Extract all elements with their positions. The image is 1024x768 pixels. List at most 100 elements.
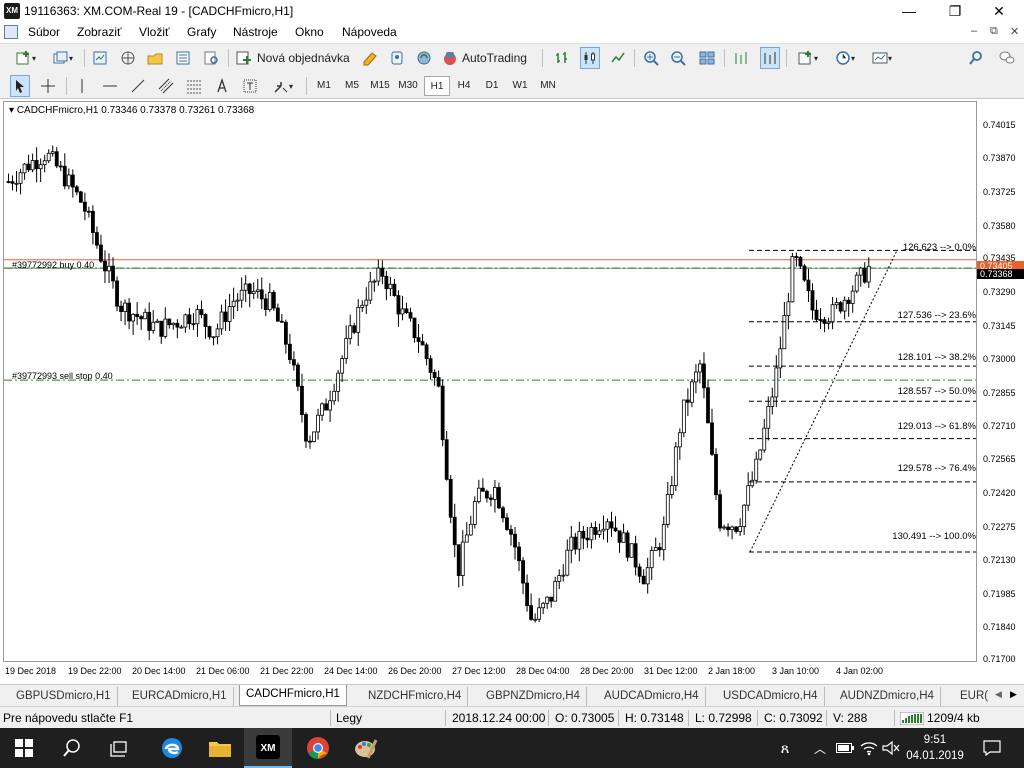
timeframe-m1[interactable]: M1 [311, 76, 337, 96]
fibonacci-tool-button[interactable] [184, 75, 204, 97]
menu-tools[interactable]: Nástroje [233, 25, 278, 39]
channel-tool-button[interactable] [156, 75, 176, 97]
trendline-tool-button[interactable] [128, 75, 148, 97]
bar-chart-button[interactable] [552, 47, 572, 69]
battery-button[interactable] [834, 728, 856, 768]
mdi-minimize-button[interactable]: – [971, 25, 977, 37]
volume-button[interactable] [880, 728, 902, 768]
market-watch-button[interactable] [90, 47, 110, 69]
horizontal-line-tool-button[interactable] [100, 75, 120, 97]
mt4-taskbar-button[interactable]: XM [244, 728, 292, 768]
profiles-button[interactable]: ▾ [48, 47, 78, 69]
line-chart-icon [611, 52, 625, 63]
people-button[interactable]: ጸ [765, 728, 805, 768]
chart-canvas[interactable]: ▾ CADCHFmicro,H1 0.73346 0.73378 0.73261… [3, 101, 977, 662]
timeframe-w1[interactable]: W1 [507, 76, 533, 96]
menu-window[interactable]: Okno [295, 25, 324, 39]
new-order-button[interactable]: Nová objednávka [236, 47, 354, 69]
tab-nzdchf[interactable]: NZDCHFmicro,H4 [362, 687, 469, 706]
tab-audcad[interactable]: AUDCADmicro,H4 [598, 687, 706, 706]
indicators-button[interactable]: ▾ [793, 47, 823, 69]
tab-eur[interactable]: EUR( [954, 687, 994, 706]
new-chart-button[interactable]: ▾ [8, 47, 44, 69]
strategy-tester-button[interactable] [201, 47, 221, 69]
tile-windows-button[interactable] [697, 47, 717, 69]
price-tick: 0.73000 [983, 354, 1016, 364]
autoscroll-button[interactable] [760, 47, 780, 69]
menu-insert[interactable]: Vložiť [139, 25, 170, 39]
chrome-taskbar-button[interactable] [294, 728, 342, 768]
timeframe-h4[interactable]: H4 [451, 76, 477, 96]
close-button[interactable]: ✕ [976, 0, 1022, 22]
minimize-button[interactable]: — [886, 0, 932, 22]
metaeditor-button[interactable] [360, 47, 380, 69]
candle-body [58, 165, 63, 168]
tab-eurcad[interactable]: EURCADmicro,H1 [126, 687, 234, 706]
price-tick: 0.72855 [983, 388, 1016, 398]
menu-file[interactable]: Súbor [28, 25, 60, 39]
menu-view[interactable]: Zobraziť [77, 25, 122, 39]
file-explorer-taskbar-button[interactable] [196, 728, 244, 768]
tab-scroll-right-icon[interactable]: ▶ [1010, 689, 1017, 700]
market-button[interactable] [414, 47, 434, 69]
tab-scroll-left-icon[interactable]: ◀ [995, 689, 1002, 700]
timeframe-m5[interactable]: M5 [339, 76, 365, 96]
tab-audnzd[interactable]: AUDNZDmicro,H4 [834, 687, 941, 706]
zoom-in-button[interactable] [641, 47, 661, 69]
periods-button[interactable]: ▾ [830, 47, 860, 69]
chart-shift-button[interactable] [731, 47, 751, 69]
timeframe-m30[interactable]: M30 [395, 76, 421, 96]
edge-taskbar-button[interactable] [148, 728, 196, 768]
timeframe-d1[interactable]: D1 [479, 76, 505, 96]
time-scale[interactable]: 19 Dec 2018 19 Dec 22:00 20 Dec 14:00 21… [3, 662, 1024, 684]
mdi-close-button[interactable]: ✕ [1010, 25, 1019, 38]
cursor-tool-button[interactable] [10, 75, 30, 97]
maximize-button[interactable]: ❐ [932, 0, 978, 22]
price-scale[interactable]: 0.74015 0.73870 0.73725 0.73580 0.73435 … [977, 101, 1024, 664]
menu-charts[interactable]: Grafy [187, 25, 216, 39]
terminal-button[interactable] [173, 47, 193, 69]
start-button[interactable] [0, 728, 48, 768]
data-window-button[interactable] [145, 47, 165, 69]
price-chart[interactable] [4, 102, 977, 662]
candlestick-button[interactable] [580, 47, 600, 69]
timeframe-m15[interactable]: M15 [367, 76, 393, 96]
collapse-arrow-icon[interactable]: ▾ [9, 105, 14, 116]
system-clock[interactable]: 9:51 04.01.2019 [900, 732, 970, 764]
text-label-tool-button[interactable] [240, 75, 260, 97]
connection-status-icon[interactable] [900, 712, 924, 725]
tab-gbpusd[interactable]: GBPUSDmicro,H1 [10, 687, 118, 706]
show-hidden-icons-button[interactable]: ︿ [808, 728, 832, 768]
paint-taskbar-button[interactable] [342, 728, 390, 768]
chart-window-icon[interactable] [4, 25, 18, 39]
crosshair-tool-button[interactable] [38, 75, 58, 97]
candle-body [690, 381, 694, 403]
tab-cadchf[interactable]: CADCHFmicro,H1 [239, 685, 347, 706]
autotrading-button[interactable]: AutoTrading [442, 47, 534, 69]
timeframe-mn[interactable]: MN [535, 76, 561, 96]
buy-order-label[interactable]: #39772992 buy 0.40 [12, 260, 94, 270]
templates-button[interactable]: ▾ [866, 47, 898, 69]
candle-body [356, 306, 361, 333]
candle-body [597, 530, 602, 535]
task-view-button[interactable] [96, 728, 144, 768]
profile-name[interactable]: Legy [336, 711, 362, 725]
network-button[interactable] [858, 728, 880, 768]
signals-button[interactable] [387, 47, 407, 69]
tab-usdcad[interactable]: USDCADmicro,H4 [717, 687, 825, 706]
line-chart-button[interactable] [608, 47, 628, 69]
mdi-restore-button[interactable]: ⧉ [990, 25, 998, 38]
timeframe-h1[interactable]: H1 [424, 76, 450, 96]
tab-gbpnzd[interactable]: GBPNZDmicro,H4 [480, 687, 587, 706]
chat-button[interactable] [995, 47, 1019, 69]
zoom-out-button[interactable] [668, 47, 688, 69]
action-center-button[interactable] [970, 728, 1014, 768]
taskbar-search-button[interactable] [48, 728, 96, 768]
text-tool-button[interactable] [212, 75, 232, 97]
vertical-line-tool-button[interactable] [72, 75, 92, 97]
arrows-tool-button[interactable]: ▾ [268, 75, 298, 97]
menu-help[interactable]: Nápoveda [342, 25, 397, 39]
sell-stop-order-label[interactable]: #39772993 sell stop 0.40 [12, 371, 113, 381]
search-button[interactable] [966, 47, 986, 69]
navigator-button[interactable] [118, 47, 138, 69]
